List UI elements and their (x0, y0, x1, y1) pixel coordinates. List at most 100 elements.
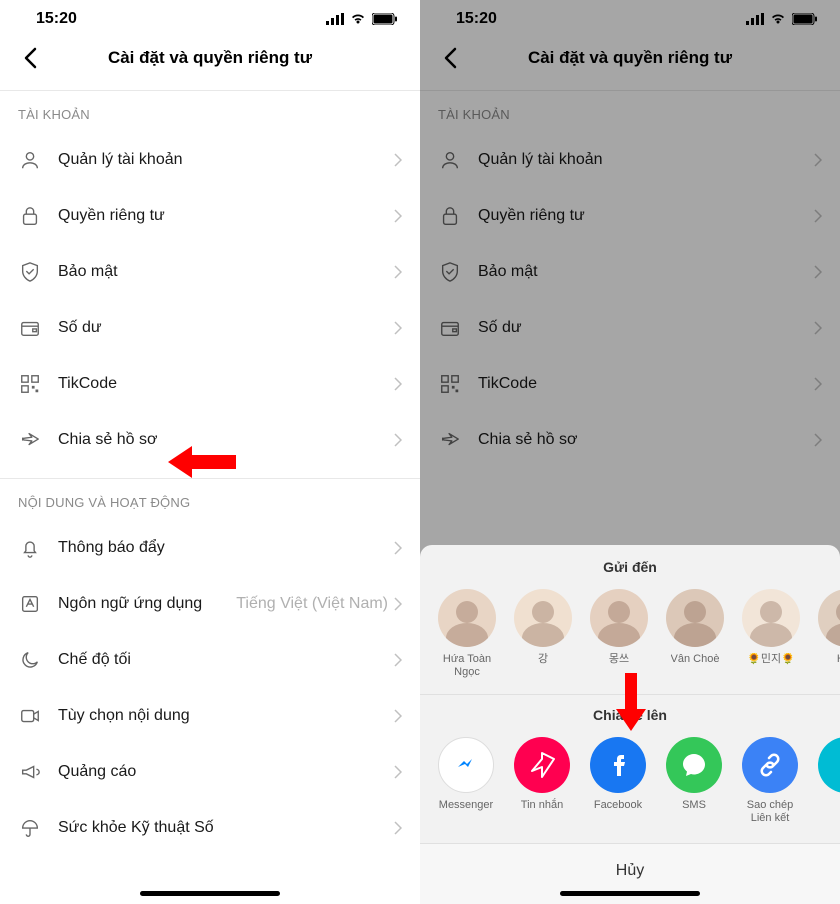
menu-privacy[interactable]: Quyền riêng tư (0, 188, 420, 244)
header: Cài đặt và quyền riêng tư (0, 34, 420, 90)
avatar (818, 589, 840, 647)
share-icon (18, 428, 42, 452)
contact-item[interactable]: Hà I (814, 589, 840, 679)
chevron-right-icon (394, 765, 402, 779)
status-icons (326, 13, 398, 25)
menu-manage-account[interactable]: Quản lý tài khoản (0, 132, 420, 188)
menu-balance[interactable]: Số dư (0, 300, 420, 356)
chevron-right-icon (394, 709, 402, 723)
chevron-right-icon (394, 597, 402, 611)
menu-label: Chế độ tối (58, 651, 394, 669)
menu-label: Thông báo đẩy (58, 539, 394, 557)
chevron-left-icon (23, 47, 37, 69)
avatar (514, 589, 572, 647)
avatar (742, 589, 800, 647)
menu-security[interactable]: Bảo mật (0, 244, 420, 300)
share-sheet: Gửi đến Hứa Toàn Ngọc 강 몽쓰 Vân Choè 🌻민지🌻 Hà I… (420, 545, 840, 904)
video-icon (18, 704, 42, 728)
avatar (666, 589, 724, 647)
avatar (590, 589, 648, 647)
contact-name: 몽쓰 (609, 653, 629, 666)
share-app-name: Sao chép Liên kết (738, 799, 802, 825)
wifi-icon (350, 13, 366, 25)
home-indicator[interactable] (560, 891, 700, 896)
contact-item[interactable]: Hứa Toàn Ngọc (434, 589, 500, 679)
share-app-icon (438, 737, 494, 793)
share-app-icon (590, 737, 646, 793)
home-indicator[interactable] (140, 891, 280, 896)
chevron-right-icon (394, 321, 402, 335)
share-app-item[interactable]: Tin nhắn (510, 737, 574, 825)
menu-content-pref[interactable]: Tùy chọn nội dung (0, 688, 420, 744)
contact-item[interactable]: Vân Choè (662, 589, 728, 679)
sheet-send-to-title: Gửi đến (420, 559, 840, 575)
share-app-item[interactable]: Facebook (586, 737, 650, 825)
menu-label: Bảo mật (58, 263, 394, 281)
menu-label: Quyền riêng tư (58, 207, 394, 225)
user-icon (18, 148, 42, 172)
phone-left: 15:20 Cài đặt và quyền riêng tư TÀI KHOẢ… (0, 0, 420, 904)
contact-item[interactable]: 강 (510, 589, 576, 679)
menu-sublabel: Tiếng Việt (Việt Nam) (236, 595, 388, 613)
phone-right: 15:20 Cài đặt và quyền riêng tư TÀI KHOẢ… (420, 0, 840, 904)
menu-label: Số dư (58, 319, 394, 337)
menu-label: Quảng cáo (58, 763, 394, 781)
share-app-name: SMS (682, 799, 706, 812)
contact-name: Hứa Toàn Ngọc (434, 653, 500, 679)
page-title: Cài đặt và quyền riêng tư (44, 48, 376, 68)
chevron-right-icon (394, 265, 402, 279)
share-app-icon (742, 737, 798, 793)
menu-push-notif[interactable]: Thông báo đẩy (0, 520, 420, 576)
chevron-right-icon (394, 153, 402, 167)
wallet-icon (18, 316, 42, 340)
contact-item[interactable]: 🌻민지🌻 (738, 589, 804, 679)
menu-app-language[interactable]: Ngôn ngữ ứng dụng Tiếng Việt (Việt Nam) (0, 576, 420, 632)
menu-label: Tùy chọn nội dung (58, 707, 394, 725)
share-app-icon (514, 737, 570, 793)
tutorial-arrow-right (614, 673, 648, 736)
back-button[interactable] (16, 44, 44, 72)
qr-icon (18, 372, 42, 396)
section-account-label: TÀI KHOẢN (0, 91, 420, 132)
tutorial-arrow-left (168, 442, 236, 487)
battery-icon (372, 13, 398, 25)
menu-label: Quản lý tài khoản (58, 151, 394, 169)
status-time: 15:20 (36, 10, 77, 28)
share-app-name: Facebook (594, 799, 642, 812)
chevron-right-icon (394, 377, 402, 391)
chevron-right-icon (394, 821, 402, 835)
lock-icon (18, 204, 42, 228)
shield-icon (18, 260, 42, 284)
bell-icon (18, 536, 42, 560)
contact-item[interactable]: 몽쓰 (586, 589, 652, 679)
avatar (438, 589, 496, 647)
megaphone-icon (18, 760, 42, 784)
share-app-name: Messenger (439, 799, 493, 812)
menu-dark-mode[interactable]: Chế độ tối (0, 632, 420, 688)
share-app-icon (818, 737, 840, 793)
menu-label: TikCode (58, 375, 394, 393)
umbrella-icon (18, 816, 42, 840)
status-bar: 15:20 (0, 0, 420, 34)
contact-name: 강 (538, 653, 548, 666)
menu-ads[interactable]: Quảng cáo (0, 744, 420, 800)
chevron-right-icon (394, 541, 402, 555)
share-app-item[interactable]: Sao chép Liên kết (738, 737, 802, 825)
menu-tikcode[interactable]: TikCode (0, 356, 420, 412)
share-apps-row[interactable]: Messenger Tin nhắn Facebook SMS Sao chép Liê… (420, 737, 840, 843)
share-app-icon (666, 737, 722, 793)
share-app-name: Tin nhắn (521, 799, 563, 812)
chevron-right-icon (394, 653, 402, 667)
contact-name: Vân Choè (671, 653, 720, 666)
signal-icon (326, 13, 344, 25)
chevron-right-icon (394, 209, 402, 223)
share-app-item[interactable]: SMS (662, 737, 726, 825)
share-app-item[interactable]: Messenger (434, 737, 498, 825)
share-app-item[interactable]: E (814, 737, 840, 825)
menu-label: Ngôn ngữ ứng dụng (58, 595, 236, 613)
menu-label: Sức khỏe Kỹ thuật Số (58, 819, 394, 837)
menu-digital-wellbeing[interactable]: Sức khỏe Kỹ thuật Số (0, 800, 420, 856)
moon-icon (18, 648, 42, 672)
chevron-right-icon (394, 433, 402, 447)
language-icon (18, 592, 42, 616)
